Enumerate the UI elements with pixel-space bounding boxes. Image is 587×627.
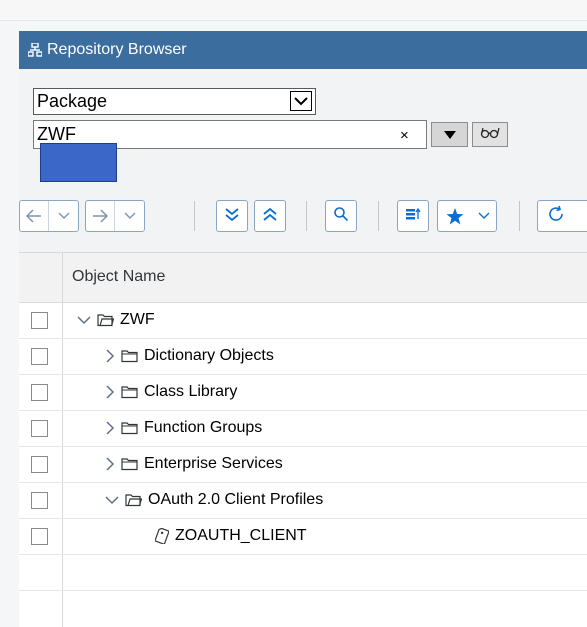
panel-title: Repository Browser bbox=[47, 41, 187, 58]
star-icon[interactable] bbox=[438, 201, 472, 231]
search-icon bbox=[333, 206, 349, 227]
object-name-value: ZWF bbox=[37, 124, 76, 144]
double-chevron-down-icon bbox=[224, 206, 240, 227]
sort-button[interactable] bbox=[397, 200, 429, 232]
row-label: Function Groups bbox=[144, 419, 263, 436]
folder-open-icon bbox=[97, 313, 114, 327]
table-row[interactable]: OAuth 2.0 Client Profiles bbox=[19, 482, 587, 519]
row-checkbox[interactable] bbox=[31, 420, 48, 437]
row-label: Dictionary Objects bbox=[144, 347, 274, 364]
row-checkbox[interactable] bbox=[31, 528, 48, 545]
chevron-down-icon[interactable] bbox=[105, 495, 119, 505]
row-checkbox[interactable] bbox=[31, 456, 48, 473]
expand-all-button[interactable] bbox=[216, 200, 248, 232]
chevron-right-icon[interactable] bbox=[105, 421, 115, 435]
history-dropdown-button[interactable] bbox=[431, 122, 468, 147]
empty-row bbox=[19, 554, 587, 591]
row-checkbox[interactable] bbox=[31, 312, 48, 329]
caret-down-icon bbox=[443, 126, 456, 144]
clear-icon[interactable]: × bbox=[400, 127, 409, 144]
row-checkbox[interactable] bbox=[31, 492, 48, 509]
refresh-button[interactable] bbox=[537, 200, 587, 232]
row-label: ZWF bbox=[120, 311, 155, 328]
chevron-right-icon[interactable] bbox=[105, 457, 115, 471]
folder-icon bbox=[121, 349, 138, 363]
toolbar-separator bbox=[519, 201, 520, 231]
document-tag-icon bbox=[155, 528, 169, 544]
folder-icon bbox=[121, 385, 138, 399]
chevron-down-icon[interactable] bbox=[290, 91, 312, 111]
redaction-box bbox=[40, 143, 117, 182]
table-row[interactable]: Function Groups bbox=[19, 410, 587, 447]
table-row[interactable]: ZOAUTH_CLIENT bbox=[19, 518, 587, 555]
folder-open-icon bbox=[125, 493, 142, 507]
table-header: Object Name bbox=[19, 253, 587, 303]
sort-icon bbox=[405, 206, 421, 227]
find-button[interactable] bbox=[325, 200, 357, 232]
object-tree-table: Object Name ZWF Dictionary Objects Class… bbox=[19, 252, 587, 627]
table-row[interactable]: Class Library bbox=[19, 374, 587, 411]
chevron-down-icon[interactable] bbox=[77, 315, 91, 325]
top-strip bbox=[0, 0, 587, 21]
table-row[interactable]: Enterprise Services bbox=[19, 446, 587, 483]
toolbar-separator bbox=[194, 201, 195, 231]
object-type-value: Package bbox=[37, 91, 108, 111]
hierarchy-icon bbox=[27, 42, 43, 58]
double-chevron-up-icon bbox=[262, 206, 278, 227]
glasses-icon bbox=[479, 125, 501, 144]
chevron-down-icon[interactable] bbox=[115, 201, 144, 231]
table-row[interactable]: Dictionary Objects bbox=[19, 338, 587, 375]
toolbar-separator bbox=[378, 201, 379, 231]
row-label: Enterprise Services bbox=[144, 455, 283, 472]
favorites-button[interactable] bbox=[437, 200, 497, 232]
chevron-right-icon[interactable] bbox=[105, 349, 115, 363]
table-row[interactable]: ZWF bbox=[19, 302, 587, 339]
empty-row bbox=[19, 590, 587, 627]
object-type-select[interactable]: Package bbox=[33, 88, 316, 115]
arrow-left-icon[interactable] bbox=[20, 201, 49, 231]
row-checkbox[interactable] bbox=[31, 348, 48, 365]
row-label: Class Library bbox=[144, 383, 238, 400]
arrow-right-icon[interactable] bbox=[86, 201, 115, 231]
collapse-all-button[interactable] bbox=[254, 200, 286, 232]
refresh-icon bbox=[547, 205, 565, 228]
forward-button[interactable] bbox=[85, 200, 145, 232]
display-button[interactable] bbox=[472, 122, 508, 147]
row-label: ZOAUTH_CLIENT bbox=[175, 527, 307, 544]
folder-icon bbox=[121, 421, 138, 435]
back-button[interactable] bbox=[19, 200, 79, 232]
toolbar-separator bbox=[306, 201, 307, 231]
row-checkbox[interactable] bbox=[31, 384, 48, 401]
chevron-down-icon[interactable] bbox=[49, 201, 78, 231]
chevron-down-icon[interactable] bbox=[472, 201, 496, 231]
folder-icon bbox=[121, 457, 138, 471]
column-header-object-name[interactable]: Object Name bbox=[72, 268, 165, 286]
panel-title-bar: Repository Browser bbox=[19, 31, 587, 69]
toolbar bbox=[19, 196, 587, 238]
chevron-right-icon[interactable] bbox=[105, 385, 115, 399]
row-label: OAuth 2.0 Client Profiles bbox=[148, 491, 324, 508]
